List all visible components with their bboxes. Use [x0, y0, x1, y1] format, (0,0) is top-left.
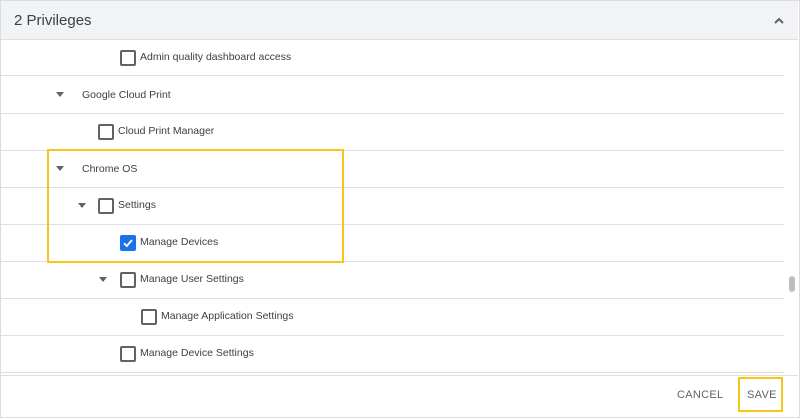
privilege-row-manage-device-settings: Manage Device Settings [1, 336, 784, 373]
privilege-row-admin-quality-dashboard: Admin quality dashboard access [1, 40, 784, 76]
privileges-title: 2 Privileges [14, 12, 92, 29]
privilege-label: Manage Application Settings [161, 310, 294, 322]
scrollbar-track[interactable] [786, 40, 798, 375]
privilege-label: Cloud Print Manager [118, 125, 215, 137]
privilege-checkbox[interactable] [141, 309, 157, 325]
highlight-save-button [738, 377, 783, 412]
chevron-up-icon[interactable] [772, 14, 786, 28]
highlight-chrome-os-group [47, 149, 344, 263]
privilege-label: Manage User Settings [140, 273, 244, 285]
privilege-label: Google Cloud Print [82, 89, 171, 101]
privilege-row-manage-application-settings: Manage Application Settings [1, 299, 784, 336]
dialog-footer: CANCEL SAVE [1, 375, 798, 417]
caret-down-icon[interactable] [99, 277, 107, 282]
privilege-row-cloud-print-manager: Cloud Print Manager [1, 114, 784, 151]
scrollbar-thumb[interactable] [789, 276, 795, 292]
privilege-checkbox[interactable] [120, 272, 136, 288]
privilege-row-google-cloud-print: Google Cloud Print [1, 76, 784, 114]
cancel-button[interactable]: CANCEL [677, 389, 723, 401]
privilege-label: Admin quality dashboard access [140, 51, 292, 63]
privileges-header[interactable]: 2 Privileges [1, 1, 798, 40]
privilege-row-manage-user-settings: Manage User Settings [1, 262, 784, 299]
privilege-checkbox[interactable] [120, 50, 136, 66]
caret-down-icon[interactable] [56, 92, 64, 97]
privilege-label: Manage Device Settings [140, 347, 254, 359]
privilege-checkbox[interactable] [98, 124, 114, 140]
privilege-checkbox[interactable] [120, 346, 136, 362]
